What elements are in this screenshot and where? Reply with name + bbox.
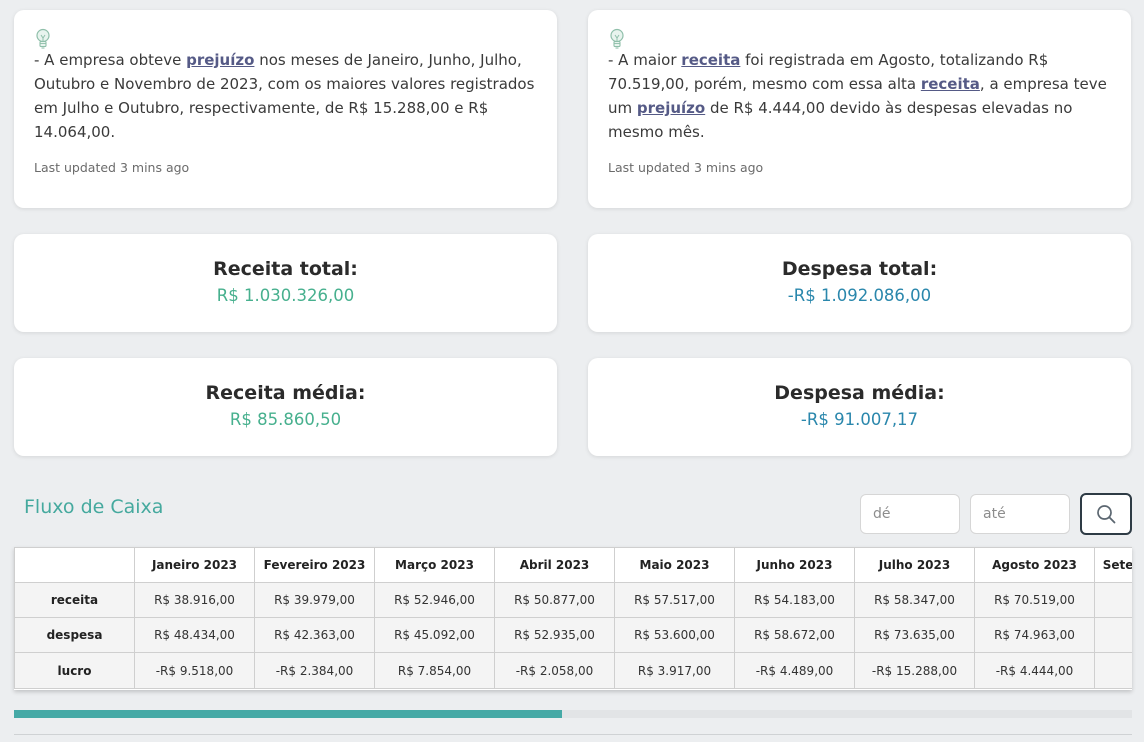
lightbulb-icon xyxy=(610,28,624,49)
table-header-row: Janeiro 2023 Fevereiro 2023 Março 2023 A… xyxy=(14,547,1132,583)
table-cell: -R$ 9.518,00 xyxy=(134,652,255,689)
table-cell: R$ 53.600,00 xyxy=(614,617,735,653)
stat-value: -R$ 1.092.086,00 xyxy=(787,286,932,305)
column-header: Abril 2023 xyxy=(494,547,615,583)
stat-card-receita-media: Receita média: R$ 85.860,50 xyxy=(14,358,557,456)
table-cell: R$ 39.979,00 xyxy=(254,582,375,618)
table-cell: -R$ 2.384,00 xyxy=(254,652,375,689)
lightbulb-icon xyxy=(36,28,50,49)
table-cell: R$ 57.517,00 xyxy=(614,582,735,618)
section-title-fluxo-de-caixa: Fluxo de Caixa xyxy=(24,496,164,518)
stat-label: Despesa total: xyxy=(781,258,938,280)
stat-card-despesa-total: Despesa total: -R$ 1.092.086,00 xyxy=(588,234,1131,332)
cashflow-table-container[interactable]: Janeiro 2023 Fevereiro 2023 Março 2023 A… xyxy=(14,547,1132,690)
column-header: Maio 2023 xyxy=(614,547,735,583)
table-cell: R$ 45.092,00 xyxy=(374,617,495,653)
last-updated-label: Last updated 3 mins ago xyxy=(608,160,764,175)
column-header: Julho 2023 xyxy=(854,547,975,583)
table-cell: R$ 38.916,00 xyxy=(134,582,255,618)
table-cell: -R$ 4.489,00 xyxy=(734,652,855,689)
table-row-despesa: despesa R$ 48.434,00 R$ 42.363,00 R$ 45.… xyxy=(14,617,1132,653)
search-button[interactable] xyxy=(1080,493,1132,535)
stat-value: R$ 85.860,50 xyxy=(229,410,342,429)
table-cell: -R$ 15.288,00 xyxy=(854,652,975,689)
table-cell: R$ 3.917,00 xyxy=(614,652,735,689)
stat-label: Receita média: xyxy=(205,382,366,404)
table-cell: R$ 70.519,00 xyxy=(974,582,1095,618)
date-from-input[interactable] xyxy=(860,494,960,534)
last-updated-label: Last updated 3 mins ago xyxy=(34,160,190,175)
table-cell: R$ 42.363,00 xyxy=(254,617,375,653)
stat-label: Despesa média: xyxy=(774,382,945,404)
cashflow-table: Janeiro 2023 Fevereiro 2023 Março 2023 A… xyxy=(14,547,1132,689)
table-cell: R$ 74.963,00 xyxy=(974,617,1095,653)
table-cell: R$ xyxy=(1094,582,1132,618)
table-cell: R$ 52.946,00 xyxy=(374,582,495,618)
insight-card-highest-revenue: - A maior receita foi registrada em Agos… xyxy=(588,10,1131,208)
table-cell: R$ 54.183,00 xyxy=(734,582,855,618)
date-to-input[interactable] xyxy=(970,494,1070,534)
stat-value: -R$ 91.007,17 xyxy=(800,410,919,429)
table-cell: R$ 58.347,00 xyxy=(854,582,975,618)
table-cell: R$ 58.672,00 xyxy=(734,617,855,653)
insight-text: - A empresa obteve prejuízo nos meses de… xyxy=(34,51,535,141)
table-corner-cell xyxy=(14,547,135,583)
column-header: Janeiro 2023 xyxy=(134,547,255,583)
search-icon xyxy=(1097,505,1116,524)
stat-value: R$ 1.030.326,00 xyxy=(216,286,355,305)
table-cell: -R$ 4.444,00 xyxy=(974,652,1095,689)
insight-link-prejuizo[interactable]: prejuízo xyxy=(186,51,254,69)
table-cell: R$ 48.434,00 xyxy=(134,617,255,653)
table-row-lucro: lucro -R$ 9.518,00 -R$ 2.384,00 R$ 7.854… xyxy=(14,652,1132,689)
stat-card-receita-total: Receita total: R$ 1.030.326,00 xyxy=(14,234,557,332)
table-cell: R$ xyxy=(1094,617,1132,653)
row-label: despesa xyxy=(14,617,135,653)
table-row-receita: receita R$ 38.916,00 R$ 39.979,00 R$ 52.… xyxy=(14,582,1132,618)
table-cell: -R xyxy=(1094,652,1132,689)
column-header: Agosto 2023 xyxy=(974,547,1095,583)
stat-label: Receita total: xyxy=(213,258,358,280)
divider xyxy=(14,734,1132,735)
table-cell: -R$ 2.058,00 xyxy=(494,652,615,689)
table-cell: R$ 73.635,00 xyxy=(854,617,975,653)
column-header: Fevereiro 2023 xyxy=(254,547,375,583)
row-label: lucro xyxy=(14,652,135,689)
scrollbar-thumb[interactable] xyxy=(14,710,562,718)
insight-link-receita[interactable]: receita xyxy=(921,75,980,93)
row-label: receita xyxy=(14,582,135,618)
column-header: Setembro 2023 xyxy=(1094,547,1132,583)
column-header: Junho 2023 xyxy=(734,547,855,583)
insight-text: - A maior receita foi registrada em Agos… xyxy=(608,51,1107,141)
horizontal-scrollbar[interactable] xyxy=(14,710,1132,718)
table-cell: R$ 7.854,00 xyxy=(374,652,495,689)
column-header: Março 2023 xyxy=(374,547,495,583)
table-cell: R$ 50.877,00 xyxy=(494,582,615,618)
insight-card-losses: - A empresa obteve prejuízo nos meses de… xyxy=(14,10,557,208)
insight-link-receita[interactable]: receita xyxy=(681,51,740,69)
stat-card-despesa-media: Despesa média: -R$ 91.007,17 xyxy=(588,358,1131,456)
table-cell: R$ 52.935,00 xyxy=(494,617,615,653)
insight-link-prejuizo[interactable]: prejuízo xyxy=(637,99,705,117)
